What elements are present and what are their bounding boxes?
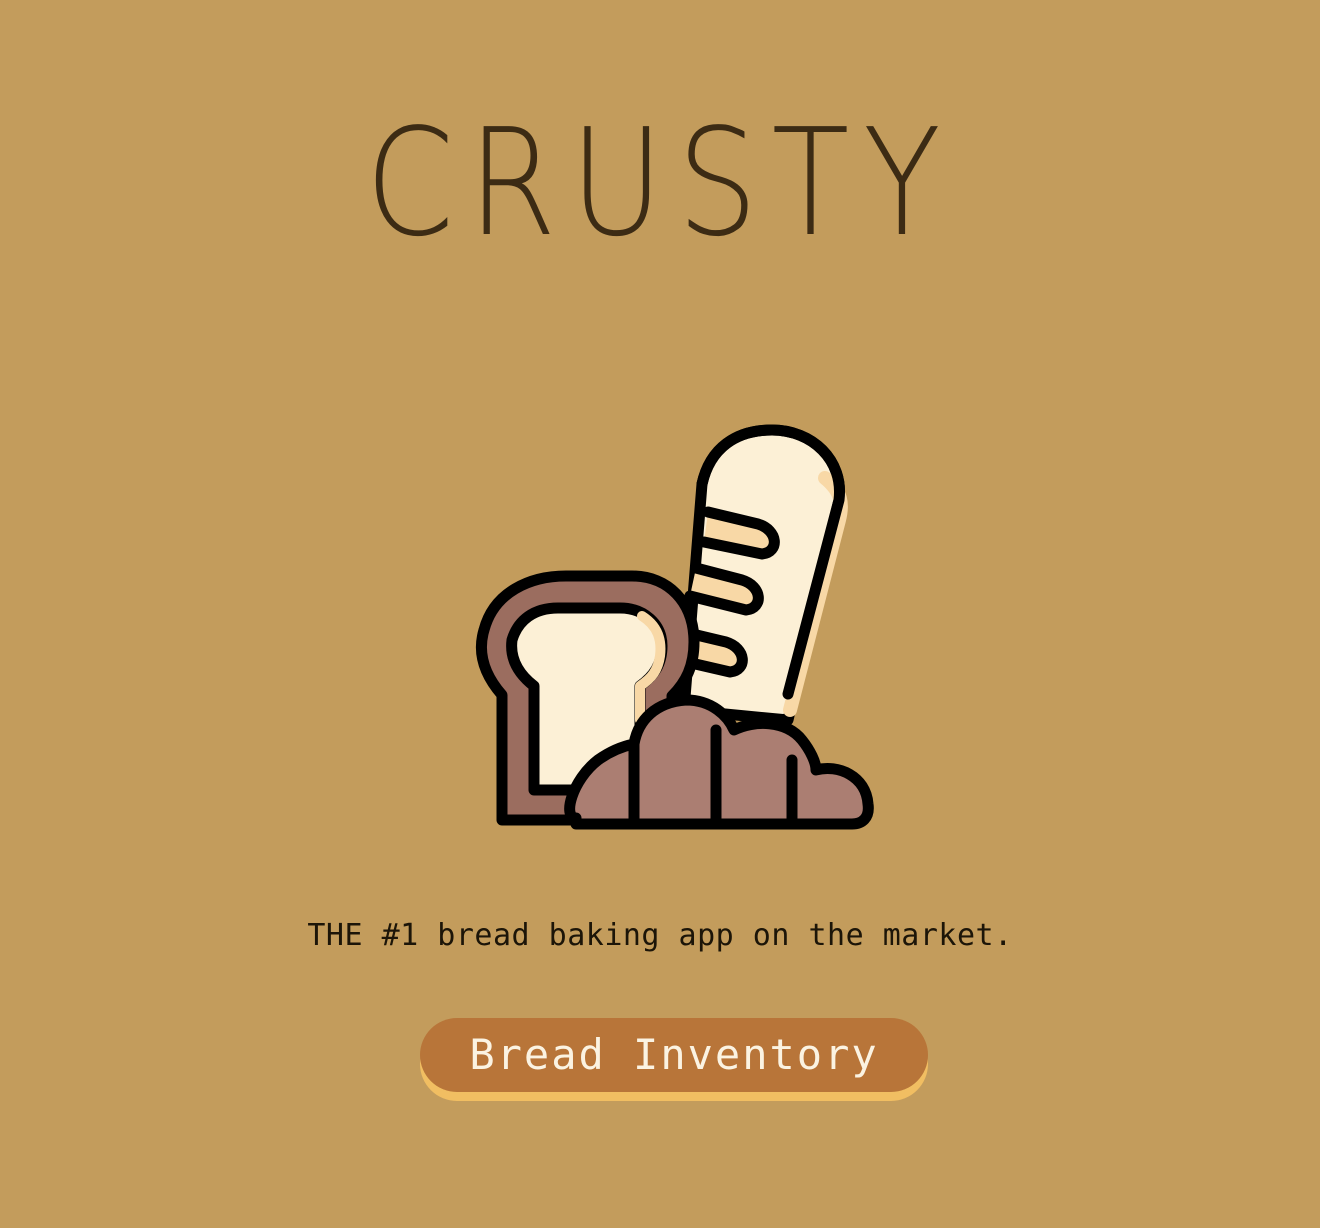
app-title: CRUSTY xyxy=(365,97,955,269)
bread-assortment-icon xyxy=(476,424,874,830)
hero-illustration xyxy=(472,420,880,836)
bread-inventory-button[interactable]: Bread Inventory xyxy=(420,1018,928,1092)
tagline: THE #1 bread baking app on the market. xyxy=(307,918,1013,953)
